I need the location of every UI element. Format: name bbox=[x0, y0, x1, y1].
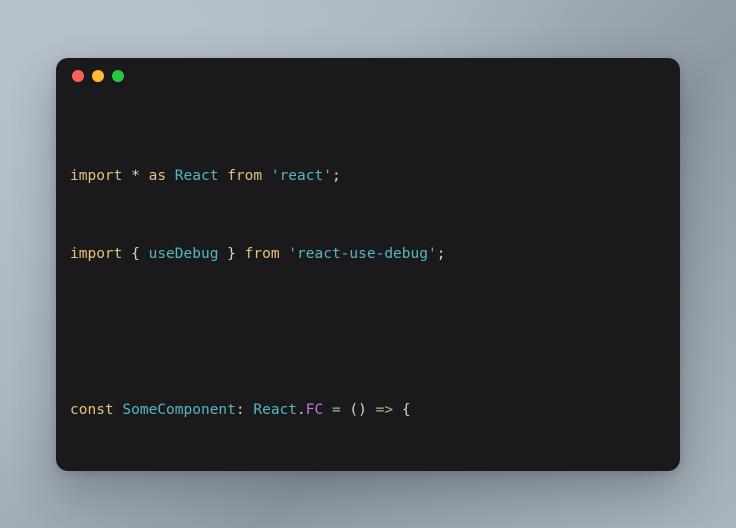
token-string: 'react' bbox=[270, 167, 332, 184]
window-titlebar bbox=[56, 58, 680, 94]
code-block[interactable]: import * as React from 'react'; import {… bbox=[56, 94, 680, 471]
token-identifier: SomeComponent bbox=[122, 401, 236, 418]
code-line: import { useDebug } from 'react-use-debu… bbox=[70, 245, 662, 265]
token-keyword: from bbox=[244, 245, 280, 262]
token-identifier: useDebug bbox=[148, 245, 219, 262]
code-line: import * as React from 'react'; bbox=[70, 167, 662, 187]
token-punct: { bbox=[131, 245, 149, 262]
token-identifier: React bbox=[174, 167, 219, 184]
token-keyword: as bbox=[148, 167, 167, 184]
token-keyword: const bbox=[70, 401, 114, 418]
token-operator: => bbox=[375, 401, 394, 418]
token-punct: { bbox=[401, 401, 411, 418]
token-keyword: import bbox=[70, 167, 123, 184]
token-operator: * bbox=[131, 167, 140, 184]
maximize-window-button[interactable] bbox=[112, 70, 124, 82]
token-punct: ; bbox=[331, 167, 341, 184]
token-identifier: React bbox=[253, 401, 298, 418]
token-punct: () bbox=[349, 401, 367, 418]
minimize-window-button[interactable] bbox=[92, 70, 104, 82]
token-punct: : bbox=[235, 401, 245, 418]
token-punct: ; bbox=[436, 245, 446, 262]
token-operator: = bbox=[331, 401, 341, 418]
token-string: 'react-use-debug' bbox=[288, 245, 437, 262]
token-keyword: from bbox=[227, 167, 263, 184]
token-punct: . bbox=[297, 401, 306, 418]
close-window-button[interactable] bbox=[72, 70, 84, 82]
token-property: FC bbox=[305, 401, 324, 418]
code-window: import * as React from 'react'; import {… bbox=[56, 58, 680, 471]
code-line: const SomeComponent: React.FC = () => { bbox=[70, 401, 662, 421]
token-punct: } bbox=[218, 245, 236, 262]
token-keyword: import bbox=[70, 245, 123, 262]
